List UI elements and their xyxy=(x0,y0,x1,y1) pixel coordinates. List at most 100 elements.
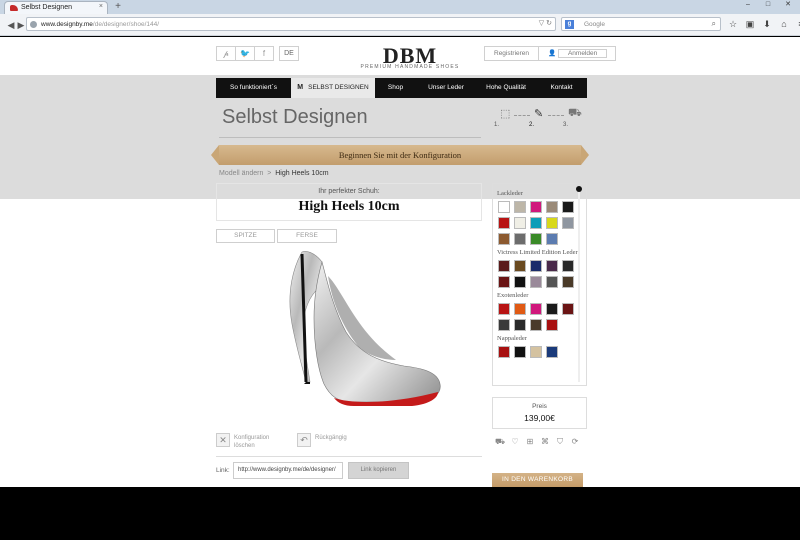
color-swatch[interactable] xyxy=(546,233,558,245)
maximize-button[interactable]: □ xyxy=(758,0,778,10)
color-swatch[interactable] xyxy=(498,217,510,229)
share-link-field[interactable]: http://www.designby.me/de/designer/ xyxy=(233,462,343,479)
menu-contact[interactable]: Kontakt xyxy=(536,78,587,98)
shoe-header: Ihr perfekter Schuh: High Heels 10cm xyxy=(216,183,482,221)
twitter-icon[interactable]: 🐦 xyxy=(235,46,255,61)
register-link[interactable]: Registrieren xyxy=(484,46,540,61)
url-path: /de/designer/shoe/144/ xyxy=(92,21,160,28)
menu-design-yourself[interactable]: M SELBST DESIGNEN xyxy=(291,78,375,98)
address-bar[interactable]: www.designby.me/de/designer/shoe/144/ ▽ … xyxy=(26,17,556,31)
shoe-subtitle: Ihr perfekter Schuh: xyxy=(318,188,380,195)
color-swatch[interactable] xyxy=(562,276,574,288)
close-window-button[interactable]: ✕ xyxy=(778,0,798,10)
color-swatch[interactable] xyxy=(562,217,574,229)
color-swatch[interactable] xyxy=(562,260,574,272)
browser-tools: ☆ ▣ ⬇ ⌂ ≡ xyxy=(726,17,800,31)
breadcrumb-change-model[interactable]: Modell ändern xyxy=(219,170,263,177)
page-title: Selbst Designen xyxy=(222,106,368,128)
window-controls: – □ ✕ xyxy=(738,0,798,10)
swatch-grid xyxy=(493,257,586,292)
clipboard-icon[interactable]: ▣ xyxy=(743,17,757,31)
reload-icon[interactable]: ▽ ↻ xyxy=(539,19,552,27)
color-swatch[interactable] xyxy=(498,260,510,272)
undo-label[interactable]: Rückgängig xyxy=(315,434,347,442)
link-divider xyxy=(216,456,482,457)
shoe-preview[interactable] xyxy=(272,246,444,410)
color-swatch[interactable] xyxy=(562,303,574,315)
color-swatch[interactable] xyxy=(498,303,510,315)
color-swatch[interactable] xyxy=(530,260,542,272)
swatch-grid xyxy=(493,198,586,249)
color-swatch[interactable] xyxy=(514,319,526,331)
palette-scrollbar[interactable] xyxy=(578,190,580,382)
undo-icon[interactable]: ↶ xyxy=(297,433,311,447)
color-swatch[interactable] xyxy=(498,319,510,331)
color-swatch[interactable] xyxy=(562,201,574,213)
color-swatch[interactable] xyxy=(546,260,558,272)
color-swatch[interactable] xyxy=(546,217,558,229)
color-swatch[interactable] xyxy=(498,346,510,358)
search-input[interactable]: g Google ⌕ xyxy=(561,17,721,31)
tab-close-icon[interactable]: × xyxy=(99,3,103,10)
color-swatch[interactable] xyxy=(498,201,510,213)
color-swatch[interactable] xyxy=(530,346,542,358)
color-swatch[interactable] xyxy=(546,346,558,358)
menu-how-it-works[interactable]: So funktioniert´s xyxy=(216,78,291,98)
color-swatch[interactable] xyxy=(530,303,542,315)
color-swatch[interactable] xyxy=(546,201,558,213)
minimize-button[interactable]: – xyxy=(738,0,758,10)
color-swatch[interactable] xyxy=(530,217,542,229)
feature-icons: ⛟ ♡ ⊞ ⌘ ⛉ ⟳ xyxy=(494,436,581,448)
copy-link-button[interactable]: Link kopieren xyxy=(348,462,409,479)
globe-icon xyxy=(30,21,37,28)
shield-icon: ⛉ xyxy=(557,437,563,446)
download-icon[interactable]: ⬇ xyxy=(760,17,774,31)
login-label: Anmelden xyxy=(557,49,608,58)
menu-icon[interactable]: ≡ xyxy=(794,17,800,31)
color-swatch[interactable] xyxy=(546,276,558,288)
color-swatch[interactable] xyxy=(514,346,526,358)
cart-icon: ⊞ xyxy=(526,437,534,446)
menu-quality[interactable]: Hohe Qualität xyxy=(476,78,536,98)
color-swatch[interactable] xyxy=(530,201,542,213)
facebook-icon[interactable]: f xyxy=(254,46,274,61)
palette-group-title: Exotenleder xyxy=(497,292,529,299)
color-swatch[interactable] xyxy=(514,201,526,213)
color-swatch[interactable] xyxy=(530,233,542,245)
google-icon: g xyxy=(565,20,574,29)
shoe-step-icon: ⬚ xyxy=(500,108,511,120)
pinterest-icon[interactable]: 𝓅 xyxy=(216,46,236,61)
search-icon[interactable]: ⌕ xyxy=(712,19,716,29)
menu-shop[interactable]: Shop xyxy=(375,78,416,98)
add-to-cart-button[interactable]: IN DEN WARENKORB xyxy=(492,473,583,487)
login-link[interactable]: 👤 Anmelden xyxy=(538,46,617,61)
config-banner: Beginnen Sie mit der Konfiguration xyxy=(211,145,589,165)
browser-tab[interactable]: Selbst Designen × xyxy=(4,1,108,14)
view-heel-button[interactable]: FERSE xyxy=(277,229,337,243)
color-swatch[interactable] xyxy=(514,217,526,229)
social-links: 𝓅 🐦 f DE xyxy=(216,46,299,61)
color-swatch[interactable] xyxy=(546,303,558,315)
swatch-grid xyxy=(493,343,586,362)
color-swatch[interactable] xyxy=(514,233,526,245)
color-swatch[interactable] xyxy=(498,233,510,245)
url-host: www.designby.me xyxy=(41,21,93,28)
view-toe-button[interactable]: SPITZE xyxy=(216,229,275,243)
star-icon[interactable]: ☆ xyxy=(726,17,740,31)
color-swatch[interactable] xyxy=(530,319,542,331)
color-swatch[interactable] xyxy=(546,319,558,331)
new-tab-button[interactable]: + xyxy=(112,1,124,13)
shoe-name: High Heels 10cm xyxy=(298,199,400,214)
color-swatch[interactable] xyxy=(514,276,526,288)
menu-leather[interactable]: Unser Leder xyxy=(416,78,476,98)
delete-config-icon[interactable]: ✕ xyxy=(216,433,230,447)
delete-config-label[interactable]: Konfiguration löschen xyxy=(234,434,278,450)
color-swatch[interactable] xyxy=(530,276,542,288)
step-connector xyxy=(548,115,564,116)
home-icon[interactable]: ⌂ xyxy=(777,17,791,31)
language-switch[interactable]: DE xyxy=(279,46,299,61)
color-swatch[interactable] xyxy=(498,276,510,288)
color-swatch[interactable] xyxy=(514,260,526,272)
color-swatch[interactable] xyxy=(514,303,526,315)
scrollbar-thumb[interactable] xyxy=(576,186,582,192)
